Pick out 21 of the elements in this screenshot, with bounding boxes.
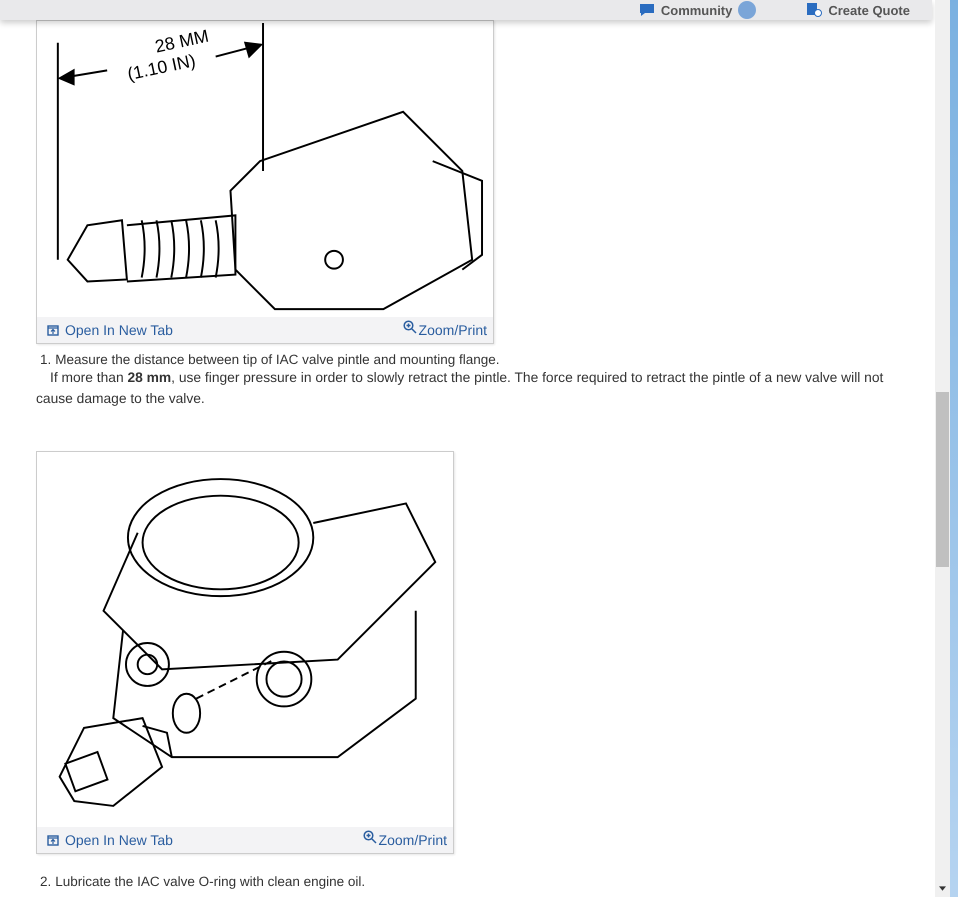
zoom-in-icon: [402, 320, 417, 334]
new-tab-icon: [47, 834, 59, 846]
step-text: Lubricate the IAC valve O-ring with clean engine oil.: [55, 874, 366, 889]
open-in-new-tab-link[interactable]: Open In New Tab: [47, 322, 173, 338]
scroll-thumb[interactable]: [936, 392, 949, 567]
step-number: 2.: [40, 874, 52, 889]
create-quote-link[interactable]: Create Quote: [828, 2, 910, 18]
step-note: If more than 28 mm, use finger pressure in order to slowly retract the pintle. The force required to retract the pintle of a new valve will not cause damage to the valve.: [36, 369, 884, 408]
zoom-in-icon: [362, 830, 377, 844]
community-link[interactable]: Community: [660, 2, 732, 18]
chat-bubble-icon: [638, 3, 655, 17]
scroll-down-arrow-icon[interactable]: [939, 886, 946, 891]
new-tab-icon: [47, 324, 59, 336]
step-number: 1.: [40, 352, 52, 367]
step-text: Measure the distance between tip of IAC valve pintle and mounting flange.: [55, 352, 500, 367]
valve-drawing: 28 MM (1.10 IN): [45, 23, 485, 315]
zoom-print-link[interactable]: Zoom/Print: [402, 320, 487, 340]
avatar[interactable]: [738, 1, 756, 19]
document-add-icon: [806, 3, 822, 17]
open-in-new-tab-link[interactable]: Open In New Tab: [47, 832, 173, 848]
zoom-print-link[interactable]: Zoom/Print: [362, 830, 447, 850]
